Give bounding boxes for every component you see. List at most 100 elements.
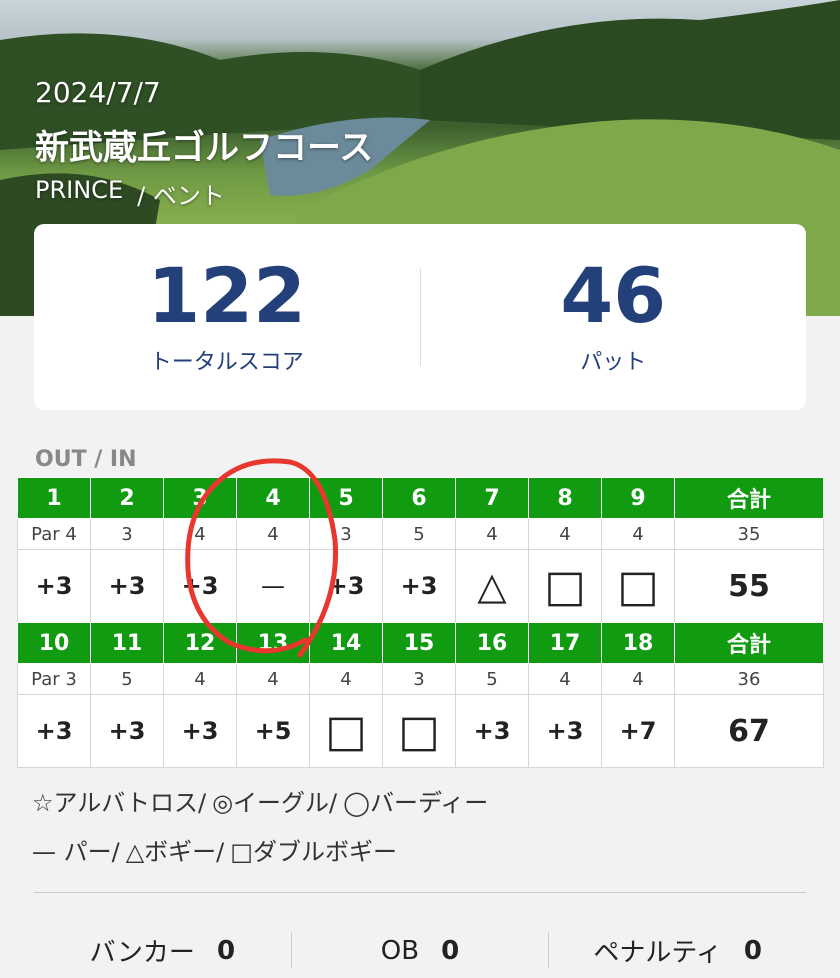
ob-value: 0 [441, 935, 460, 966]
legend-eagle: ◎イーグル/ [212, 789, 338, 817]
legend-par: — パー/ [32, 838, 120, 866]
hole-number: 12 [163, 622, 237, 664]
hole-number: 3 [163, 477, 237, 519]
legend-bogey: △ボギー/ [125, 838, 225, 866]
bunker-value: 0 [216, 935, 236, 966]
bunker-stat: バンカー 0 [34, 932, 291, 969]
hole-number: 10 [17, 622, 91, 664]
bunker-label: バンカー [89, 938, 195, 968]
hole-score[interactable]: +3 [90, 694, 164, 768]
total-score-cell: 122 トータルスコア [34, 224, 420, 410]
par-value: 4 [528, 518, 602, 550]
in-par-row: Par 3 5 4 4 4 3 5 4 4 36 [17, 663, 824, 695]
hole-number: 9 [601, 477, 675, 519]
par-value: 4 [455, 518, 529, 550]
out-scorecard: 1 2 3 4 5 6 7 8 9 合計 Par 4 3 4 4 3 5 4 4… [17, 477, 824, 623]
out-score-row: +3 +3 +3 — +3 +3 △ □ □ 55 [17, 549, 824, 623]
hole-number: 6 [382, 477, 456, 519]
par-value: 5 [455, 663, 529, 695]
hole-score[interactable]: +3 [528, 694, 602, 768]
par-value: 3 [382, 663, 456, 695]
par-value: 3 [309, 518, 383, 550]
ob-stat: OB 0 [292, 932, 549, 969]
hole-score[interactable]: +3 [382, 549, 456, 623]
round-date: 2024/7/7 [35, 76, 161, 109]
legend-double-bogey: □ダブルボギー [230, 838, 397, 866]
course-name: 新武蔵丘ゴルフコース [35, 128, 374, 168]
par-value: 4 [236, 518, 310, 550]
hole-score[interactable]: +3 [309, 549, 383, 623]
hole-number: 15 [382, 622, 456, 664]
in-hole-row: 10 11 12 13 14 15 16 17 18 合計 [17, 622, 824, 664]
hole-score[interactable]: +7 [601, 694, 675, 768]
par-value: 4 [601, 663, 675, 695]
hole-number: 13 [236, 622, 310, 664]
total-header: 合計 [674, 622, 824, 664]
hole-score[interactable]: +3 [17, 549, 91, 623]
course-subtitle: PRINCE / ベント [35, 176, 225, 211]
putts-label: パット [580, 350, 647, 375]
total-score: 122 [147, 251, 307, 340]
hole-number: 1 [17, 477, 91, 519]
hole-number: 2 [90, 477, 164, 519]
out-par-row: Par 4 3 4 4 3 5 4 4 4 35 [17, 518, 824, 550]
putts-count: 46 [560, 251, 667, 340]
par-total: 35 [674, 518, 824, 550]
hole-score[interactable]: □ [309, 694, 383, 768]
legend-line-2: — パー/ △ボギー/ □ダブルボギー [32, 832, 397, 867]
hole-number: 16 [455, 622, 529, 664]
in-scorecard: 10 11 12 13 14 15 16 17 18 合計 Par 3 5 4 … [17, 622, 824, 768]
summary-card: 122 トータルスコア 46 パット [34, 224, 806, 410]
legend-birdie: ◯バーディー [343, 789, 489, 817]
hole-score[interactable]: □ [601, 549, 675, 623]
par-value: 3 [90, 518, 164, 550]
hole-score[interactable]: □ [382, 694, 456, 768]
par-value: 4 [163, 663, 237, 695]
hole-score[interactable]: +5 [236, 694, 310, 768]
hole-number: 17 [528, 622, 602, 664]
penalty-value: 0 [743, 935, 762, 966]
hole-number: 11 [90, 622, 164, 664]
hole-score[interactable]: △ [455, 549, 529, 623]
penalty-label: ペナルティ [593, 938, 722, 968]
par-value: 5 [382, 518, 456, 550]
par-value: 5 [90, 663, 164, 695]
hole-score[interactable]: +3 [455, 694, 529, 768]
putts-cell: 46 パット [421, 224, 807, 410]
hole-number: 5 [309, 477, 383, 519]
par-value: Par 3 [17, 663, 91, 695]
hole-number: 4 [236, 477, 310, 519]
in-score-row: +3 +3 +3 +5 □ □ +3 +3 +7 67 [17, 694, 824, 768]
par-value: Par 4 [17, 518, 91, 550]
score-total: 67 [674, 694, 824, 768]
total-header: 合計 [674, 477, 824, 519]
par-total: 36 [674, 663, 824, 695]
course-sub-name: PRINCE [35, 176, 124, 204]
ob-label: OB [380, 935, 420, 966]
hole-score[interactable]: +3 [90, 549, 164, 623]
par-value: 4 [601, 518, 675, 550]
hole-score[interactable]: — [236, 549, 310, 623]
par-value: 4 [309, 663, 383, 695]
out-hole-row: 1 2 3 4 5 6 7 8 9 合計 [17, 477, 824, 519]
par-value: 4 [163, 518, 237, 550]
penalty-stat: ペナルティ 0 [549, 932, 806, 969]
total-score-label: トータルスコア [149, 350, 304, 375]
hole-number: 7 [455, 477, 529, 519]
hole-score[interactable]: +3 [163, 549, 237, 623]
hole-number: 14 [309, 622, 383, 664]
score-total: 55 [674, 549, 824, 623]
hole-score[interactable]: □ [528, 549, 602, 623]
hole-score[interactable]: +3 [17, 694, 91, 768]
section-title: OUT / IN [35, 447, 137, 472]
legend-line-1: ☆アルバトロス/ ◎イーグル/ ◯バーディー [32, 783, 488, 818]
tee-type: / ベント [137, 182, 225, 210]
hole-number: 8 [528, 477, 602, 519]
par-value: 4 [236, 663, 310, 695]
par-value: 4 [528, 663, 602, 695]
hole-number: 18 [601, 622, 675, 664]
hole-score[interactable]: +3 [163, 694, 237, 768]
stats-divider [34, 892, 806, 893]
stats-bar: バンカー 0 OB 0 ペナルティ 0 [34, 932, 806, 969]
legend-albatross: ☆アルバトロス/ [32, 789, 207, 817]
